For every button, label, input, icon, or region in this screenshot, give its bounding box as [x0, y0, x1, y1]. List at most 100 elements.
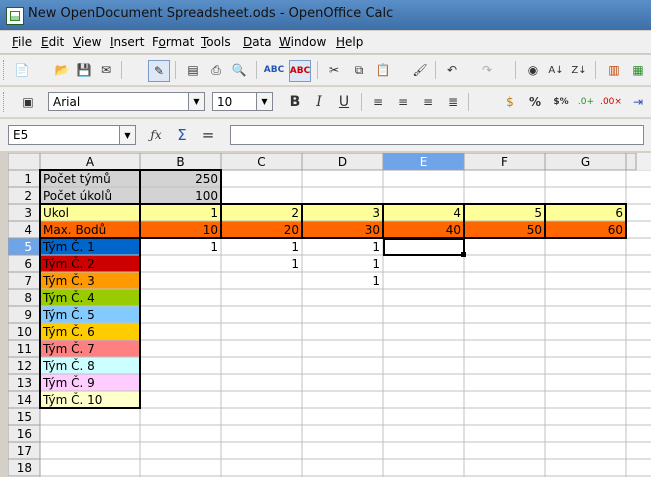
chevron-down-icon[interactable]: ▼	[188, 93, 204, 110]
cell-text[interactable]: 3	[372, 206, 380, 220]
equals-icon[interactable]: =	[198, 125, 218, 145]
sheet-canvas[interactable]: A B C D E F G123456789101112131415161718Počet …	[8, 153, 651, 477]
open-icon[interactable]: 📂	[52, 60, 72, 80]
spellcheck-icon[interactable]: ABC	[264, 60, 284, 80]
menu-tools[interactable]: Tools	[201, 35, 231, 49]
merge-cells-icon[interactable]: $	[500, 92, 520, 112]
cell-text[interactable]: 40	[446, 223, 461, 237]
cut-icon[interactable]: ✂	[324, 60, 344, 80]
cell-text[interactable]: Počet týmů	[43, 172, 111, 186]
cell-text[interactable]: Tým Č. 8	[42, 358, 95, 373]
toolbar-grip[interactable]	[3, 60, 7, 80]
autospellcheck-icon[interactable]: ABC	[289, 60, 311, 82]
chevron-down-icon[interactable]: ▼	[119, 126, 135, 144]
undo-icon[interactable]: ↶	[442, 60, 462, 80]
page-preview-icon[interactable]: 🔍	[229, 60, 249, 80]
chevron-down-icon[interactable]: ▼	[256, 93, 272, 110]
cell-text[interactable]: Tým Č. 3	[42, 273, 95, 288]
function-wizard-icon[interactable]: ƒx	[146, 125, 166, 145]
paste-icon[interactable]: 📋	[373, 60, 393, 80]
cell-text[interactable]: Tým Č. 6	[42, 324, 95, 339]
cell-text[interactable]: 4	[453, 206, 461, 220]
align-left-icon[interactable]: ≡	[368, 92, 388, 112]
font-name-combo[interactable]: Arial ▼	[48, 92, 205, 111]
italic-icon[interactable]: I	[309, 92, 329, 112]
spreadsheet-grid[interactable]: A B C D E F G 1 2 3 4 5 6 7 8 9 10 11 12 13 14 15 16 17 18 Počet …	[8, 153, 651, 477]
cell-text[interactable]: 6	[615, 206, 623, 220]
redo-icon[interactable]: ↷	[477, 60, 497, 80]
cell-text[interactable]: 1	[372, 274, 380, 288]
add-decimal-icon[interactable]: .0+	[576, 92, 596, 112]
cell-fill	[545, 204, 626, 221]
menu-file[interactable]: File	[12, 35, 32, 49]
underline-icon[interactable]: U	[334, 92, 354, 112]
cell-text[interactable]: 60	[608, 223, 623, 237]
print-icon[interactable]: ⎙	[206, 60, 226, 80]
cell-text[interactable]: 2	[291, 206, 299, 220]
cell-text[interactable]: 1	[210, 206, 218, 220]
percent-icon[interactable]: %	[525, 92, 545, 112]
currency-icon[interactable]: $%	[551, 92, 571, 112]
cell-text[interactable]: Tým Č. 4	[42, 290, 95, 305]
cell-text[interactable]: 5	[534, 206, 542, 220]
active-cell-cursor[interactable]	[383, 238, 465, 256]
cell-text[interactable]: 1	[291, 240, 299, 254]
cell-text[interactable]: 50	[527, 223, 542, 237]
cell-text[interactable]: Tým Č. 2	[42, 256, 95, 271]
name-box[interactable]: E5 ▼	[8, 125, 136, 145]
delete-decimal-icon[interactable]: .00×	[600, 92, 622, 112]
chart-icon[interactable]: ▥	[604, 60, 624, 80]
cell-text[interactable]: 1	[372, 257, 380, 271]
cell-text[interactable]: Tým Č. 7	[42, 341, 95, 356]
toolbar-grip[interactable]	[3, 92, 7, 112]
formula-input[interactable]	[230, 125, 644, 145]
cell-text[interactable]: Ukol	[43, 206, 69, 220]
select-all-corner[interactable]	[8, 153, 41, 171]
cell-text[interactable]: 1	[210, 240, 218, 254]
cell-text[interactable]: Tým Č. 9	[42, 375, 95, 390]
new-icon[interactable]: 📄	[12, 60, 32, 80]
font-size-combo[interactable]: 10 ▼	[212, 92, 273, 111]
cell-text[interactable]: 1	[291, 257, 299, 271]
align-center-icon[interactable]: ≡	[393, 92, 413, 112]
edit-file-icon[interactable]: ✎	[148, 60, 170, 82]
menu-help[interactable]: Help	[336, 35, 363, 49]
bold-icon[interactable]: B	[285, 92, 305, 112]
cell-text[interactable]: 10	[203, 223, 218, 237]
cell-text[interactable]: Tým Č. 5	[42, 307, 95, 322]
menu-view[interactable]: View	[73, 35, 101, 49]
menu-insert[interactable]: Insert	[110, 35, 144, 49]
styles-icon[interactable]: ▣	[18, 92, 38, 112]
save-icon[interactable]: 💾	[74, 60, 94, 80]
cell-text[interactable]: Max. Bodů	[43, 223, 106, 237]
align-right-icon[interactable]: ≡	[418, 92, 438, 112]
menu-data[interactable]: Data	[243, 35, 272, 49]
cell-text[interactable]: Počet úkolů	[43, 189, 112, 203]
pivot-icon[interactable]: ▦	[628, 60, 648, 80]
separator	[317, 61, 318, 79]
indent-icon[interactable]: ⇥	[628, 92, 648, 112]
menu-edit[interactable]: Edit	[41, 35, 64, 49]
menu-window[interactable]: Window	[279, 35, 326, 49]
sum-icon[interactable]: Σ	[172, 125, 192, 145]
copy-icon[interactable]: ⧉	[349, 60, 369, 80]
cell-text[interactable]: Tým Č. 10	[42, 392, 102, 407]
cell-text[interactable]: Tým Č. 1	[42, 239, 95, 254]
fill-handle[interactable]	[461, 252, 466, 257]
justify-icon[interactable]: ≣	[443, 92, 463, 112]
separator	[256, 61, 257, 79]
separator	[361, 93, 362, 111]
sort-ascending-icon[interactable]: A↓	[546, 60, 566, 80]
cell-fill	[302, 204, 383, 221]
cell-text[interactable]: 30	[365, 223, 380, 237]
navigator-icon[interactable]: ◉	[523, 60, 543, 80]
email-icon[interactable]: ✉	[96, 60, 116, 80]
cell-text[interactable]: 20	[284, 223, 299, 237]
sort-descending-icon[interactable]: Z↓	[569, 60, 589, 80]
clone-formatting-icon[interactable]: 🖌	[410, 60, 430, 80]
cell-text[interactable]: 250	[195, 172, 218, 186]
cell-text[interactable]: 100	[195, 189, 218, 203]
menu-format[interactable]: Format	[152, 35, 194, 49]
cell-text[interactable]: 1	[372, 240, 380, 254]
export-pdf-icon[interactable]: ▤	[183, 60, 203, 80]
